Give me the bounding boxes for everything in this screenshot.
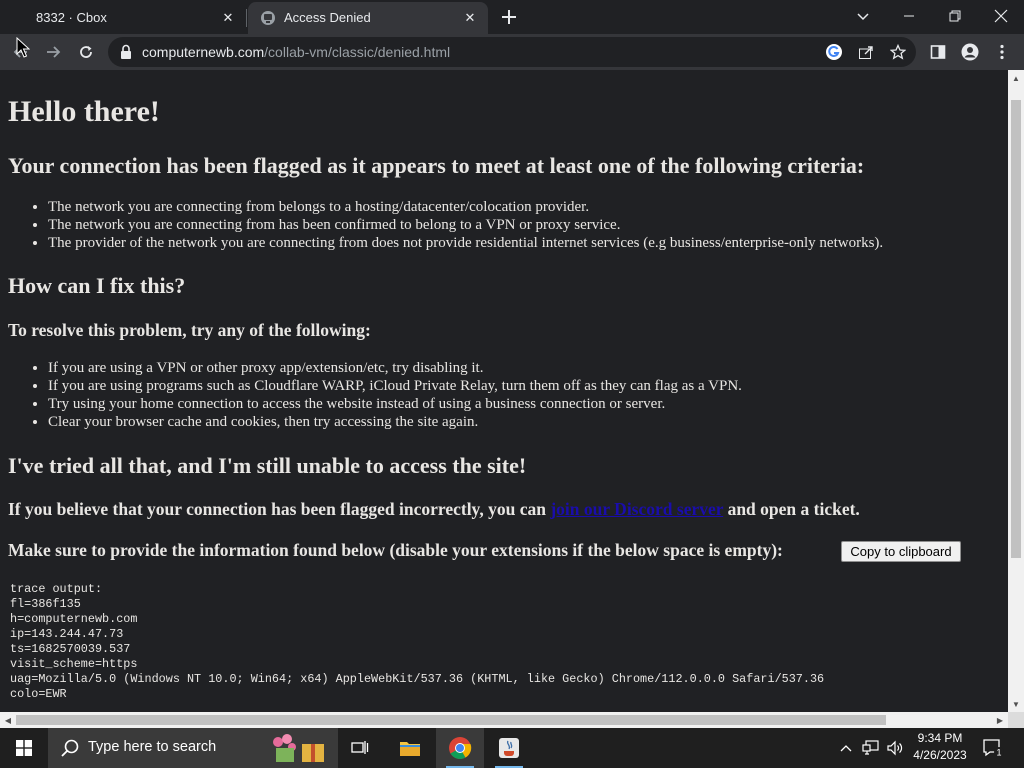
mouse-cursor-icon xyxy=(16,37,30,58)
tab-search-chevron-icon[interactable] xyxy=(840,0,886,32)
taskbar-search-box[interactable]: Type here to search xyxy=(48,728,338,768)
profile-avatar-icon[interactable] xyxy=(957,39,983,65)
tried-heading: I've tried all that, and I'm still unabl… xyxy=(8,453,527,478)
tab-cbox[interactable]: 8332 · Cbox ✕ xyxy=(0,2,246,34)
side-panel-icon[interactable] xyxy=(925,39,951,65)
vertical-scrollbar[interactable]: ▲ ▼ xyxy=(1008,70,1024,712)
copy-to-clipboard-button[interactable]: Copy to clipboard xyxy=(841,541,961,562)
page-title: Hello there! xyxy=(8,95,160,128)
resolve-heading: To resolve this problem, try any of the … xyxy=(8,320,371,340)
ticket-suffix: and open a ticket. xyxy=(723,499,860,519)
trace-line: ip=143.244.47.73 xyxy=(10,627,124,641)
scroll-right-arrow-icon[interactable]: ▶ xyxy=(992,712,1008,728)
trace-line: h=computernewb.com xyxy=(10,612,138,626)
discord-link[interactable]: join our Discord server xyxy=(550,499,723,519)
new-tab-plus-icon[interactable] xyxy=(498,6,520,28)
clock-time: 9:34 PM xyxy=(917,731,963,745)
lock-icon[interactable] xyxy=(119,44,133,60)
url-path: /collab-vm/classic/denied.html xyxy=(264,44,451,60)
chrome-taskbar-icon[interactable] xyxy=(436,728,484,768)
volume-icon[interactable] xyxy=(884,728,906,768)
restore-icon[interactable] xyxy=(932,0,978,32)
list-item: The network you are connecting from has … xyxy=(48,216,883,234)
google-lens-icon[interactable] xyxy=(824,42,844,62)
clock-date: 4/26/2023 xyxy=(913,748,967,762)
close-icon[interactable]: ✕ xyxy=(218,8,238,28)
task-view-icon[interactable] xyxy=(336,728,384,768)
site-favicon-icon xyxy=(261,11,275,25)
trace-line: ts=1682570039.537 xyxy=(10,642,131,656)
url-host: computernewb.com xyxy=(142,44,265,60)
tab-title: Access Denied xyxy=(284,10,371,25)
forward-arrow-icon[interactable] xyxy=(40,39,66,65)
windows-start-icon[interactable] xyxy=(0,728,48,768)
trace-line: uag=Mozilla/5.0 (Windows NT 10.0; Win64;… xyxy=(10,672,825,686)
search-icon xyxy=(61,739,79,757)
scrollbar-corner xyxy=(1008,712,1024,728)
info-text: Make sure to provide the information fou… xyxy=(8,540,783,560)
horizontal-scroll-thumb[interactable] xyxy=(16,715,886,725)
list-item: If you are using a VPN or other proxy ap… xyxy=(48,359,742,377)
ticket-prefix: If you believe that your connection has … xyxy=(8,499,551,519)
trace-line: trace output: xyxy=(10,582,103,596)
system-clock[interactable]: 9:34 PM 4/26/2023 xyxy=(910,730,970,766)
scroll-down-arrow-icon[interactable]: ▼ xyxy=(1008,696,1024,712)
search-placeholder: Type here to search xyxy=(88,739,217,755)
fixes-list: If you are using a VPN or other proxy ap… xyxy=(48,359,742,431)
window-close-icon[interactable] xyxy=(978,0,1024,32)
trace-line: colo=EWR xyxy=(10,687,67,701)
list-item: If you are using programs such as Cloudf… xyxy=(48,377,742,395)
tab-separator xyxy=(246,9,247,27)
flagged-heading: Your connection has been flagged as it a… xyxy=(8,153,865,178)
vertical-scroll-thumb[interactable] xyxy=(1011,100,1021,558)
search-highlight-flowers-icon xyxy=(273,734,324,762)
list-item: Try using your home connection to access… xyxy=(48,395,742,413)
criteria-list: The network you are connecting from belo… xyxy=(48,198,883,252)
minimize-icon[interactable] xyxy=(886,0,932,32)
windows-taskbar: Type here to search 9:34 PM 4/26/2023 1 xyxy=(0,728,1024,768)
page-viewport: Hello there! Your connection has been fl… xyxy=(0,70,1008,712)
network-icon[interactable] xyxy=(860,728,882,768)
menu-kebab-icon[interactable] xyxy=(989,39,1015,65)
scroll-up-arrow-icon[interactable]: ▲ xyxy=(1008,70,1024,86)
horizontal-scrollbar[interactable]: ◀ ▶ xyxy=(0,712,1008,728)
notification-center-icon[interactable]: 1 xyxy=(980,728,1006,768)
show-hidden-icons-chevron-icon[interactable] xyxy=(836,728,856,768)
trace-line: fl=386f135 xyxy=(10,597,81,611)
list-item: The provider of the network you are conn… xyxy=(48,234,883,252)
browser-toolbar: computernewb.com/collab-vm/classic/denie… xyxy=(0,34,1024,70)
trace-output[interactable]: trace output: fl=386f135 h=computernewb.co… xyxy=(10,582,824,702)
tab-title: 8332 · Cbox xyxy=(36,10,107,25)
file-explorer-icon[interactable] xyxy=(386,728,434,768)
scroll-left-arrow-icon[interactable]: ◀ xyxy=(0,712,16,728)
tab-strip: 8332 · Cbox ✕ Access Denied ✕ xyxy=(0,0,1024,34)
close-icon[interactable]: ✕ xyxy=(460,8,480,28)
ticket-paragraph: If you believe that your connection has … xyxy=(8,499,860,520)
notification-badge: 1 xyxy=(996,748,1001,758)
bookmark-star-icon[interactable] xyxy=(888,42,908,62)
list-item: The network you are connecting from belo… xyxy=(48,198,883,216)
fix-heading: How can I fix this? xyxy=(8,273,186,298)
share-icon[interactable] xyxy=(856,42,876,62)
reload-icon[interactable] xyxy=(73,39,99,65)
java-app-icon[interactable] xyxy=(485,728,533,768)
list-item: Clear your browser cache and cookies, th… xyxy=(48,413,742,431)
address-bar[interactable]: computernewb.com/collab-vm/classic/denie… xyxy=(108,37,916,67)
url-text[interactable]: computernewb.com/collab-vm/classic/denie… xyxy=(142,44,450,60)
tab-access-denied[interactable]: Access Denied ✕ xyxy=(248,2,488,34)
trace-line: visit_scheme=https xyxy=(10,657,138,671)
